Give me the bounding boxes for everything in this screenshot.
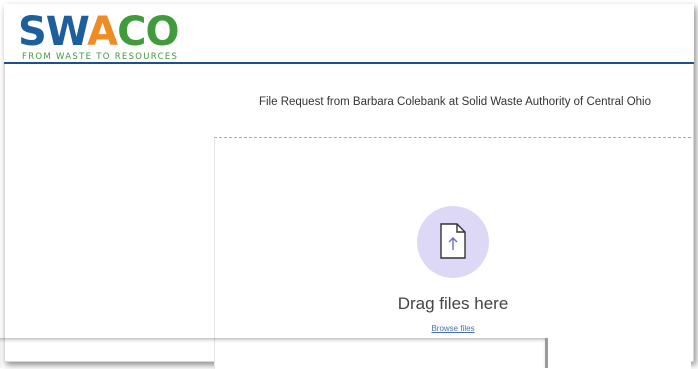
file-request-title: File Request from Barbara Colebank at So… xyxy=(258,96,652,108)
logo-tagline: FROM WASTE TO RESOURCES xyxy=(22,52,179,62)
swaco-logo: SWACO FROM WASTE TO RESOURCES xyxy=(18,12,218,62)
logo-wordmark: SWACO xyxy=(18,9,179,55)
upload-dropzone[interactable]: Drag files here Browse files xyxy=(214,137,691,369)
drag-files-label: Drag files here xyxy=(397,294,509,313)
logo-letters-sw: SW xyxy=(18,9,88,55)
logo-letter-a: A xyxy=(87,9,118,55)
browse-files-link[interactable]: Browse files xyxy=(215,324,691,333)
upload-icon-circle xyxy=(417,206,489,278)
logo-letters-co: CO xyxy=(117,9,179,55)
file-upload-icon xyxy=(440,223,466,259)
page-bottom-edge xyxy=(0,338,548,368)
header-bar: SWACO FROM WASTE TO RESOURCES xyxy=(4,4,694,64)
